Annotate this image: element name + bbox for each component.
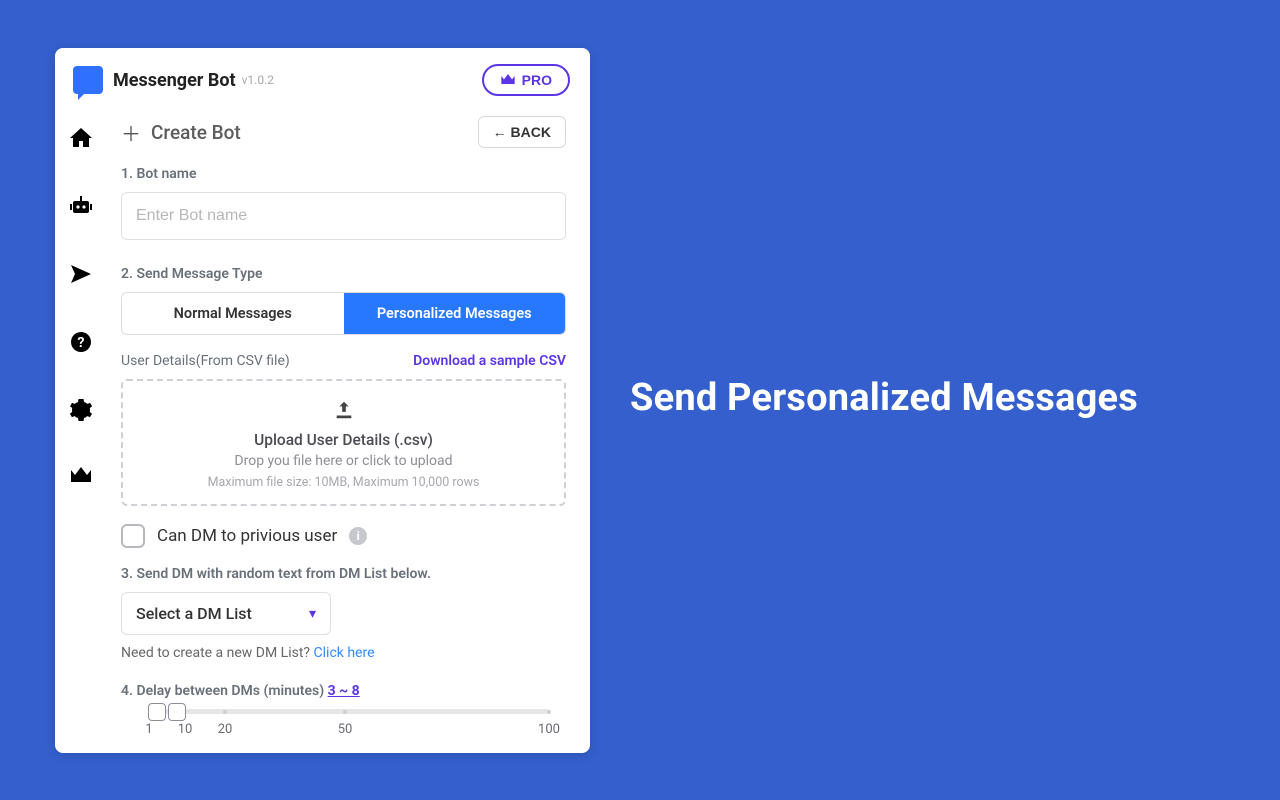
gear-icon <box>69 398 93 422</box>
svg-text:?: ? <box>78 335 85 351</box>
back-button[interactable]: ← BACK <box>478 116 566 148</box>
dm-list-selected: Select a DM List <box>136 604 252 623</box>
delay-value[interactable]: 3 ~ 8 <box>328 683 360 699</box>
dm-previous-label: Can DM to privious user <box>157 526 337 546</box>
csv-dropzone[interactable]: Upload User Details (.csv) Drop you file… <box>121 379 566 506</box>
slider-thumb-max[interactable] <box>168 703 186 721</box>
dm-list-select[interactable]: Select a DM List ▾ <box>121 592 331 635</box>
dropzone-title: Upload User Details (.csv) <box>133 431 554 449</box>
pro-button[interactable]: PRO <box>482 64 570 96</box>
app-title: Messenger Bot <box>113 70 236 91</box>
crown-icon <box>69 466 93 486</box>
bot-name-input[interactable] <box>121 192 566 240</box>
delay-label: 4. Delay between DMs (minutes) 3 ~ 8 <box>121 683 566 699</box>
tick-1: 1 <box>145 722 152 737</box>
app-version: v1.0.2 <box>242 73 274 87</box>
nav-help[interactable]: ? <box>69 330 93 354</box>
back-label: BACK <box>511 124 551 140</box>
msg-type-label: 2. Send Message Type <box>121 266 566 282</box>
slider-thumb-min[interactable] <box>148 703 166 721</box>
tick-10: 10 <box>178 722 193 737</box>
need-dm-list-text: Need to create a new DM List? <box>121 645 314 661</box>
upload-icon <box>333 399 355 421</box>
nav-home[interactable] <box>69 126 93 150</box>
tick-50: 50 <box>338 722 353 737</box>
robot-icon <box>69 194 93 218</box>
create-dm-list-link[interactable]: Click here <box>314 645 375 661</box>
user-details-label: User Details(From CSV file) <box>121 353 290 369</box>
nav-pro[interactable] <box>69 466 93 490</box>
app-panel: Messenger Bot v1.0.2 PRO ? <box>55 48 590 753</box>
download-sample-link[interactable]: Download a sample CSV <box>413 353 566 369</box>
home-icon <box>69 126 93 150</box>
info-icon[interactable]: i <box>349 527 367 545</box>
sidebar: ? <box>55 106 107 753</box>
arrow-left-icon: ← <box>493 124 511 140</box>
nav-send[interactable] <box>69 262 93 286</box>
hero-title: Send Personalized Messages <box>630 376 1138 420</box>
form-content: ＋ Create Bot ← BACK 1. Bot name 2. Send … <box>107 106 590 753</box>
crown-icon <box>500 73 516 87</box>
nav-bot[interactable] <box>69 194 93 218</box>
delay-slider[interactable]: 1 10 20 50 100 <box>149 709 549 738</box>
dropzone-note: Maximum file size: 10MB, Maximum 10,000 … <box>133 475 554 490</box>
paper-plane-icon <box>69 262 93 286</box>
plus-icon: ＋ <box>121 118 141 147</box>
bot-name-label: 1. Bot name <box>121 166 566 182</box>
dropzone-subtitle: Drop you file here or click to upload <box>133 453 554 469</box>
dm-previous-checkbox[interactable] <box>121 524 145 548</box>
page-title: ＋ Create Bot <box>121 118 241 147</box>
chevron-down-icon: ▾ <box>309 606 316 622</box>
delay-label-text: 4. Delay between DMs (minutes) <box>121 683 328 699</box>
slider-ticks: 1 10 20 50 100 <box>149 722 549 738</box>
tab-normal-messages[interactable]: Normal Messages <box>122 293 344 334</box>
tab-personalized-messages[interactable]: Personalized Messages <box>344 293 566 334</box>
tick-20: 20 <box>218 722 233 737</box>
need-dm-list-row: Need to create a new DM List? Click here <box>121 645 566 661</box>
help-icon: ? <box>69 330 93 354</box>
pro-label: PRO <box>522 72 552 88</box>
msg-type-segment: Normal Messages Personalized Messages <box>121 292 566 335</box>
tick-100: 100 <box>538 722 560 737</box>
app-header: Messenger Bot v1.0.2 PRO <box>55 48 590 106</box>
dm-list-label: 3. Send DM with random text from DM List… <box>121 566 566 582</box>
chat-logo-icon <box>73 66 103 94</box>
nav-settings[interactable] <box>69 398 93 422</box>
create-bot-label: Create Bot <box>151 121 241 144</box>
